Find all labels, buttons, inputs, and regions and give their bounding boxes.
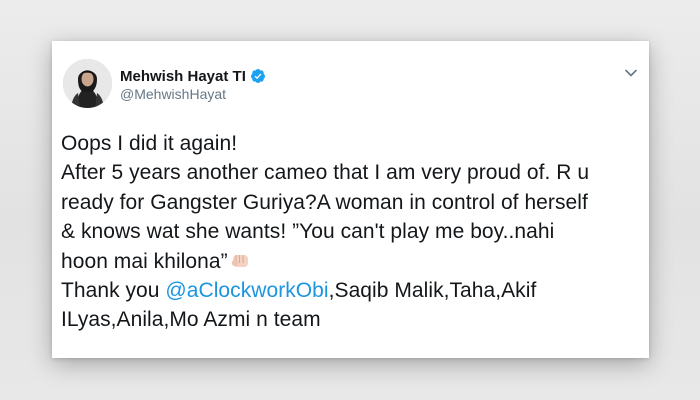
author-row: Mehwish Hayat TI xyxy=(120,66,266,86)
tweet-line: & knows wat she wants! ”You can't play m… xyxy=(61,220,555,244)
tweet-line: ready for Gangster Guriya?A woman in con… xyxy=(61,190,588,214)
tweet-line: ILyas,Anila,Mo Azmi n team xyxy=(61,308,321,332)
avatar[interactable] xyxy=(63,59,112,108)
author-handle[interactable]: @MehwishHayat xyxy=(120,86,226,102)
thanks-suffix: ,Saqib Malik,Taha,Akif xyxy=(328,278,537,302)
author-name[interactable]: Mehwish Hayat TI xyxy=(120,68,246,85)
tweet-line: Oops I did it again! xyxy=(61,132,238,155)
tweet-card: Mehwish Hayat TI @MehwishHayat Oops I di… xyxy=(52,41,649,358)
thanks-prefix: Thank you xyxy=(61,278,166,302)
tweet-line: After 5 years another cameo that I am ve… xyxy=(61,161,590,185)
mention-link[interactable]: @aClockworkObi xyxy=(165,279,328,302)
tweet-text: Oops I did it again! After 5 years anoth… xyxy=(61,129,641,335)
fist-emoji-icon xyxy=(231,254,248,267)
avatar-image xyxy=(63,59,112,108)
tweet-line-text: hoon mai khilona” xyxy=(61,249,228,273)
verified-badge-icon xyxy=(250,69,265,83)
tweet-line-with-emoji: hoon mai khilona” xyxy=(61,247,641,276)
chevron-down-icon[interactable] xyxy=(624,66,638,80)
tweet-thanks-line: Thank you @aClockworkObi,Saqib Malik,Tah… xyxy=(61,276,641,305)
